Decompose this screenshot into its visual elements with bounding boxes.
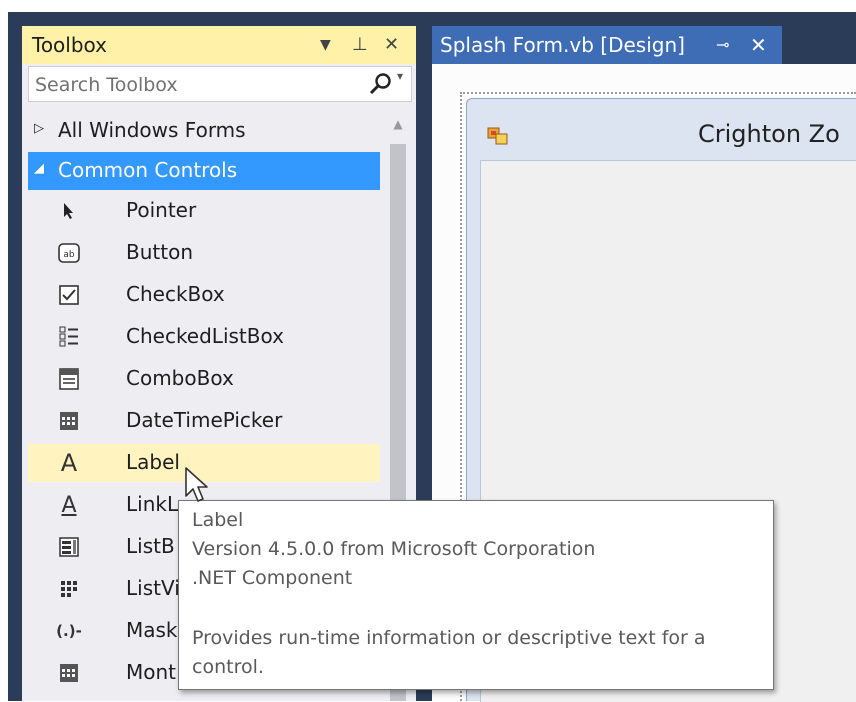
- collapse-arrow-icon[interactable]: ◢: [34, 161, 44, 176]
- checkbox-icon: [56, 282, 82, 308]
- label-icon: A: [60, 449, 78, 477]
- checked-listbox-icon: [56, 324, 82, 350]
- svg-text:ab: ab: [63, 250, 75, 260]
- toolbox-item-tooltip: Label Version 4.5.0.0 from Microsoft Cor…: [178, 500, 774, 690]
- maskedtextbox-icon: (.)-: [56, 622, 82, 640]
- tooltip-description-cont: control.: [192, 656, 264, 678]
- listbox-icon: [56, 534, 82, 560]
- tooltip-description: Provides run-time information or descrip…: [192, 627, 706, 649]
- tooltip-name: Label: [192, 509, 244, 531]
- expand-arrow-icon[interactable]: ▷: [34, 121, 44, 136]
- linklabel-icon: A: [61, 492, 77, 518]
- datetimepicker-icon: [56, 408, 82, 434]
- monthcalendar-icon: [56, 660, 82, 686]
- tab-title: Splash Form.vb [Design]: [440, 33, 685, 57]
- tooltip-version: Version 4.5.0.0 from Microsoft Corporati…: [192, 538, 596, 560]
- combobox-icon: [56, 366, 82, 392]
- toolbox-item-datetimepicker[interactable]: DateTimePicker: [22, 402, 380, 440]
- mouse-cursor-icon: [185, 467, 208, 502]
- toolbox-item-combobox[interactable]: ComboBox: [22, 360, 380, 398]
- close-tab-icon[interactable]: ✕: [750, 26, 767, 64]
- pin-tab-icon[interactable]: ⊸: [716, 26, 729, 64]
- toolbox-item-pointer[interactable]: Pointer: [22, 192, 380, 230]
- search-input[interactable]: [29, 67, 357, 103]
- toolbox-item-checkbox[interactable]: CheckBox: [22, 276, 380, 314]
- tooltip-component: .NET Component: [192, 567, 353, 589]
- pointer-icon: [56, 198, 82, 224]
- search-box: ▾: [28, 66, 412, 103]
- dropdown-icon[interactable]: ▼: [320, 26, 331, 64]
- listview-icon: [56, 576, 82, 602]
- form-title: Crighton Zo: [698, 120, 840, 148]
- toolbox-item-checkedlistbox[interactable]: CheckedListBox: [22, 318, 380, 356]
- group-all-windows-forms[interactable]: ▷ All Windows Forms: [22, 112, 380, 150]
- pin-icon[interactable]: ⊥: [352, 26, 368, 64]
- toolbox-header: Toolbox ▼ ⊥ ✕: [22, 26, 416, 64]
- toolbox-item-button[interactable]: ab Button: [22, 234, 380, 272]
- form-app-icon: [487, 127, 508, 145]
- scroll-up-icon[interactable]: ▲: [390, 114, 406, 134]
- group-common-controls[interactable]: ◢ Common Controls: [28, 152, 380, 190]
- button-icon: ab: [56, 240, 82, 266]
- close-icon[interactable]: ✕: [384, 26, 399, 64]
- toolbox-title: Toolbox: [32, 33, 107, 57]
- search-options-icon[interactable]: ▾: [397, 69, 403, 83]
- tab-splash-form-design[interactable]: Splash Form.vb [Design] ⊸ ✕: [432, 26, 782, 64]
- search-icon[interactable]: [365, 71, 395, 97]
